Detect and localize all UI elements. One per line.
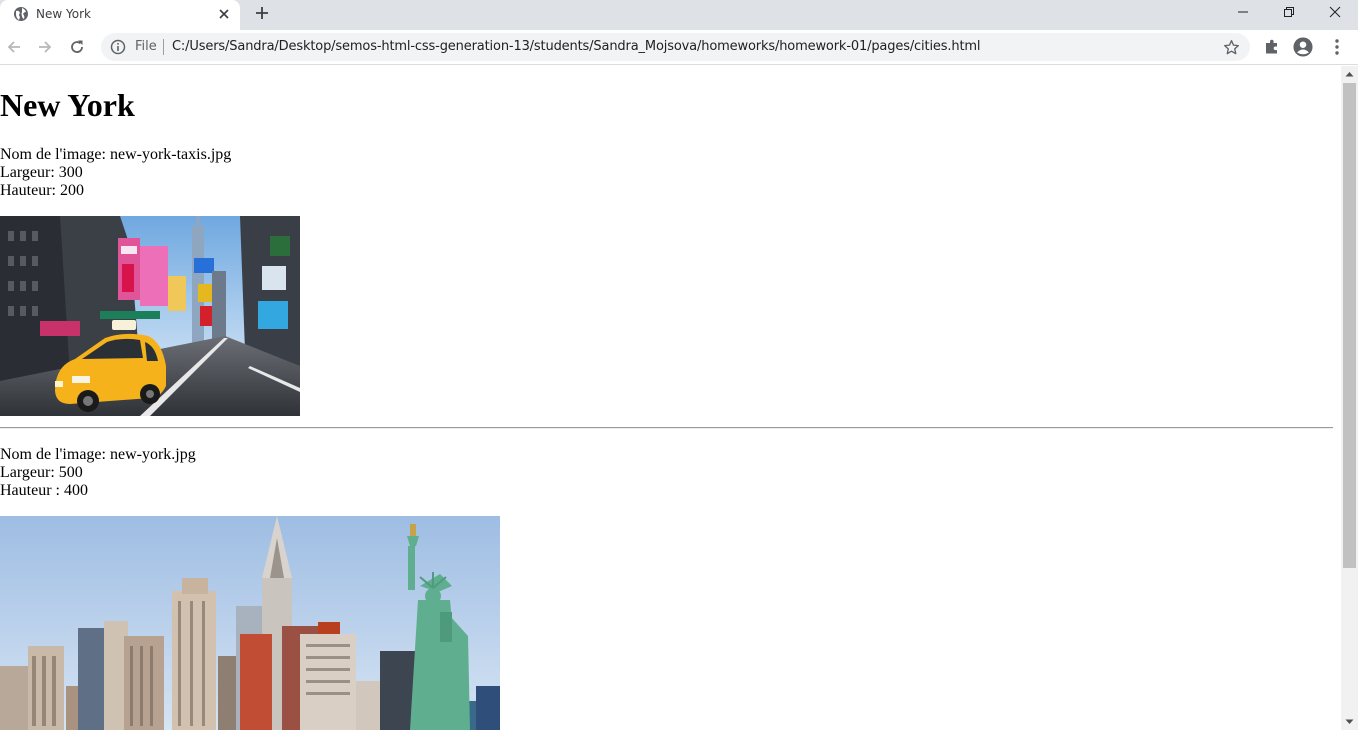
scroll-up-icon[interactable] [1341, 66, 1358, 83]
close-icon[interactable] [216, 6, 232, 22]
image-name-line: Nom de l'image: new-york-taxis.jpg [0, 146, 232, 163]
site-scheme-label[interactable]: File [135, 39, 157, 55]
info-icon[interactable] [110, 39, 126, 55]
reload-icon[interactable] [68, 38, 86, 56]
browser-toolbar: File C:/Users/Sandra/Desktop/semos-html-… [0, 30, 1358, 65]
window-close-button[interactable] [1312, 0, 1358, 24]
window-close-icon [1329, 6, 1341, 18]
restore-icon [1284, 7, 1294, 17]
profile-icon[interactable] [1293, 37, 1313, 57]
image-width-line: Largeur: 300 [0, 164, 83, 181]
new-york-skyline-image [0, 516, 500, 730]
plus-icon[interactable] [252, 3, 272, 23]
image-height-line: Hauteur: 200 [0, 182, 84, 199]
minimize-button[interactable] [1220, 0, 1266, 24]
image-name-line: Nom de l'image: new-york.jpg [0, 446, 196, 463]
vertical-scrollbar[interactable] [1341, 66, 1358, 730]
star-icon[interactable] [1223, 39, 1240, 56]
tab-strip: New York [0, 0, 1358, 30]
url-text[interactable]: C:/Users/Sandra/Desktop/semos-html-css-g… [172, 39, 981, 55]
image-width-line: Largeur: 500 [0, 464, 83, 481]
globe-icon [14, 7, 28, 21]
image-info-new-york: Nom de l'image: new-york.jpg Largeur: 50… [0, 446, 196, 500]
scroll-down-icon[interactable] [1341, 713, 1358, 730]
image-info-taxis: Nom de l'image: new-york-taxis.jpg Large… [0, 146, 231, 200]
tab-title: New York [36, 7, 91, 21]
image-height-line: Hauteur : 400 [0, 482, 88, 499]
page-title: New York [0, 87, 135, 123]
horizontal-rule [0, 427, 1333, 429]
forward-arrow-icon[interactable] [36, 38, 54, 56]
minimize-icon [1238, 11, 1248, 13]
puzzle-icon[interactable] [1262, 37, 1282, 57]
back-arrow-icon[interactable] [5, 38, 23, 56]
address-bar[interactable]: File C:/Users/Sandra/Desktop/semos-html-… [101, 33, 1250, 61]
kebab-menu-icon[interactable] [1327, 37, 1347, 57]
omnibox-divider [163, 39, 164, 55]
page-viewport: New York Nom de l'image: new-york-taxis.… [0, 66, 1341, 730]
browser-tab[interactable]: New York [0, 0, 240, 30]
restore-button[interactable] [1266, 0, 1312, 24]
scrollbar-thumb[interactable] [1343, 83, 1356, 568]
new-york-taxis-image [0, 216, 300, 416]
